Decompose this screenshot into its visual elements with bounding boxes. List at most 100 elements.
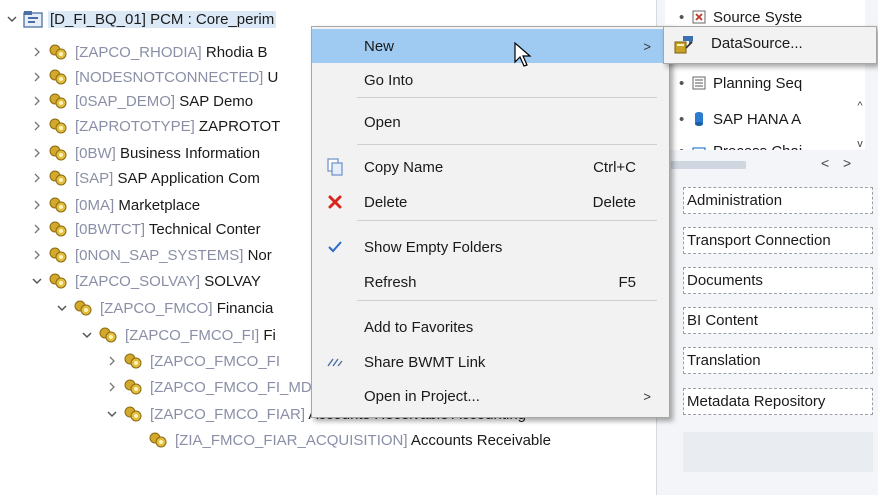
tree-row-text: [ZAPCO_SOLVAY] SOLVAY [73, 273, 263, 290]
repository-list-item[interactable]: • Process Chai [679, 139, 802, 150]
tree-row-text: [0SAP_DEMO] SAP Demo [73, 93, 255, 110]
menu-item-open[interactable]: Open [312, 105, 669, 139]
menu-separator [357, 144, 657, 145]
tree-row[interactable]: [0NON_SAP_SYSTEMS] Nor [30, 243, 274, 267]
technical-name: [D_FI_BQ_01] [50, 10, 146, 28]
chevron-right-icon[interactable] [30, 119, 44, 133]
technical-name: [ZAPCO_FMCO_FI_MD] [150, 378, 316, 396]
chevron-down-icon[interactable] [80, 328, 94, 342]
tree-row[interactable]: [ZAPCO_RHODIA] Rhodia B [30, 40, 270, 64]
documents-button[interactable]: Documents [683, 267, 873, 294]
menu-item-datasource[interactable]: DataSource... [664, 27, 876, 63]
repository-list-label: Process Chai [713, 143, 802, 151]
delete-icon [325, 192, 345, 212]
description: Fi [263, 326, 276, 344]
tree-row-text: [D_FI_BQ_01] PCM : Core_perim [48, 10, 277, 28]
menu-item-delete[interactable]: Delete Delete [312, 185, 669, 219]
chevron-right-icon[interactable] [30, 146, 44, 160]
administration-button[interactable]: Administration [683, 187, 873, 214]
technical-name: [ZAPROTOTYPE] [75, 117, 195, 135]
project-folder-icon [23, 9, 43, 29]
tree-row[interactable]: [SAP] SAP Application Com [30, 166, 262, 190]
translation-button[interactable]: Translation [683, 347, 873, 374]
tree-row[interactable]: [ZAPCO_SOLVAY] SOLVAY [30, 269, 263, 293]
tree-row[interactable]: [NODESNOTCONNECTED] U [30, 65, 280, 89]
menu-item-show-empty-folders[interactable]: Show Empty Folders [312, 230, 669, 264]
chevron-right-icon[interactable] [30, 198, 44, 212]
menu-item-label: Open [364, 113, 401, 131]
menu-item-open-in-project[interactable]: Open in Project... > [312, 379, 669, 413]
chevron-right-icon[interactable] [30, 171, 44, 185]
tree-row-text: [ZAPCO_FMCO_FI [148, 353, 282, 370]
menu-separator [357, 220, 657, 221]
tree-row[interactable]: [0MA] Marketplace [30, 193, 202, 217]
tree-row[interactable]: [ZAPCO_FMCO_FI [105, 349, 282, 373]
link-icon [325, 352, 345, 372]
right-panel: • Source Syste • Planning Seq • SAP HANA A • Pr… [656, 0, 878, 495]
tree-row[interactable]: [ZAPROTOTYPE] ZAPROTOT [30, 114, 282, 138]
technical-name: [ZAPCO_FMCO] [100, 299, 213, 317]
menu-item-share-bwmt-link[interactable]: Share BWMT Link [312, 345, 669, 379]
infoarea-icon [123, 351, 143, 371]
repository-list-item[interactable]: • SAP HANA A [679, 107, 801, 131]
chevron-down-icon[interactable] [55, 301, 69, 315]
chevron-right-icon[interactable] [105, 380, 119, 394]
menu-item-label: DataSource... [711, 35, 803, 52]
chevron-down-icon[interactable] [30, 274, 44, 288]
chevron-down-icon[interactable] [105, 407, 119, 421]
description: SAP Application Com [117, 169, 260, 187]
infoarea-icon [98, 325, 118, 345]
infoarea-icon [148, 430, 168, 450]
scroll-left-icon[interactable]: < [821, 155, 829, 171]
tree-row[interactable]: [0BW] Business Information [30, 141, 262, 165]
repository-list-item[interactable]: • Planning Seq [679, 71, 802, 95]
tree-row[interactable]: [ZAPCO_FMCO] Financia [55, 296, 275, 320]
vertical-scrollbar[interactable]: ^ v [853, 100, 867, 150]
description: SOLVAY [204, 272, 261, 290]
menu-item-refresh[interactable]: Refresh F5 [312, 265, 669, 299]
tree-row[interactable]: [ZAPCO_FMCO_FI] Fi [80, 323, 278, 347]
menu-item-go-into[interactable]: Go Into [312, 63, 669, 97]
menu-item-label: Refresh [364, 273, 417, 291]
scroll-down-icon[interactable]: v [857, 138, 863, 150]
chevron-right-icon[interactable] [30, 248, 44, 262]
tree-row-text: [0NON_SAP_SYSTEMS] Nor [73, 247, 274, 264]
chevron-right-icon[interactable] [30, 222, 44, 236]
mouse-cursor-icon [514, 42, 532, 67]
menu-item-copy-name[interactable]: Copy Name Ctrl+C [312, 150, 669, 184]
infoarea-icon [123, 377, 143, 397]
menu-item-new[interactable]: New > [312, 29, 669, 63]
description: U [267, 68, 279, 86]
menu-item-label: Go Into [364, 71, 414, 89]
tree-row[interactable]: [0SAP_DEMO] SAP Demo [30, 89, 255, 113]
repository-list-label: SAP HANA A [713, 110, 802, 128]
tree-row[interactable]: [0BWTCT] Technical Conter [30, 217, 263, 241]
menu-item-add-to-favorites[interactable]: Add to Favorites [312, 310, 669, 344]
metadata-repository-button[interactable]: Metadata Repository [683, 388, 873, 415]
technical-name: [NODESNOTCONNECTED] [75, 68, 264, 86]
tree-row[interactable]: [ZIA_FMCO_FIAR_ACQUISITION] Accounts Rec… [130, 428, 553, 452]
transport-connection-button[interactable]: Transport Connection [683, 227, 873, 254]
tree-row-text: [ZAPCO_FMCO] Financia [98, 300, 275, 317]
menu-item-label: Show Empty Folders [364, 238, 503, 256]
horizontal-scrollbar[interactable]: < > [671, 155, 861, 172]
tree-row[interactable]: [D_FI_BQ_01] PCM : Core_perim [5, 7, 277, 31]
chevron-right-icon[interactable] [30, 70, 44, 84]
scrollbar-thumb[interactable] [671, 161, 746, 169]
chevron-down-icon[interactable] [5, 12, 19, 26]
technical-name: [SAP] [75, 169, 114, 187]
scroll-up-icon[interactable]: ^ [857, 100, 862, 112]
infoarea-icon [48, 219, 68, 239]
new-submenu: DataSource... [663, 26, 877, 64]
infoarea-icon [48, 195, 68, 215]
technical-name: [0BW] [75, 144, 116, 162]
sap-hana-icon [691, 111, 707, 127]
bi-content-button[interactable]: BI Content [683, 307, 873, 334]
menu-item-label: Open in Project... [364, 387, 480, 405]
chevron-right-icon[interactable] [30, 94, 44, 108]
scroll-right-icon[interactable]: > [843, 155, 851, 171]
chevron-right-icon[interactable] [30, 45, 44, 59]
description: Accounts Receivable [410, 431, 551, 449]
chevron-right-icon[interactable] [105, 354, 119, 368]
